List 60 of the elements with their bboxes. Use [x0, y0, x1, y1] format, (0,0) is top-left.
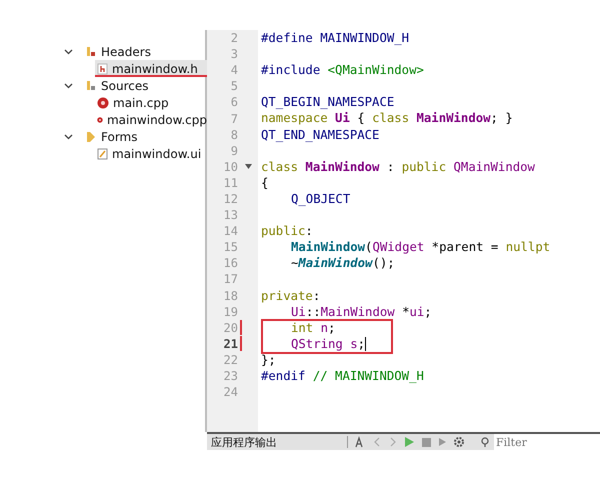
- code-line: MainWindow(QWidget *parent = nullpt: [290, 239, 550, 256]
- line-number: 22: [222, 352, 238, 367]
- text-cursor: [365, 337, 366, 352]
- filter-field[interactable]: Filter: [494, 434, 600, 450]
- line-number: 21: [222, 336, 238, 351]
- code-line: #include <QMainWindow>: [261, 62, 424, 78]
- line-number: 14: [222, 224, 238, 238]
- line-number: 24: [222, 385, 238, 400]
- tree-item[interactable]: Forms: [64, 128, 184, 145]
- line-number: 23: [222, 369, 238, 384]
- chevron-icon[interactable]: [64, 47, 73, 56]
- line-number: 9: [230, 144, 238, 158]
- pane-title[interactable]: 应用程序输出: [207, 434, 341, 450]
- tree-item[interactable]: mainwindow.h: [95, 60, 207, 77]
- line-number: 8: [230, 128, 238, 142]
- code-line: int n;: [290, 320, 336, 336]
- tree-item[interactable]: mainwindow.ui: [95, 145, 207, 162]
- code-line: #define MAINWINDOW_H: [261, 30, 410, 46]
- chevron-icon[interactable]: [64, 132, 73, 141]
- line-number: 11: [222, 176, 238, 190]
- fold-icon[interactable]: [244, 164, 252, 170]
- code-line: public:: [261, 223, 313, 240]
- code-line: #endif // MAINWINDOW_H: [261, 368, 424, 384]
- line-number: 10: [222, 160, 238, 174]
- folder-icon: [85, 130, 97, 142]
- code-line: namespace Ui { class MainWindow; }: [261, 110, 513, 127]
- chevron-icon[interactable]: [64, 81, 73, 90]
- code-line: };: [261, 352, 276, 368]
- line-number: 20: [222, 320, 238, 335]
- code-line: private:: [261, 288, 320, 304]
- line-number: 18: [222, 288, 238, 303]
- line-number: 4: [230, 63, 238, 78]
- line-number: 13: [222, 208, 238, 222]
- line-number: 12: [222, 192, 238, 206]
- line-number: 2: [230, 31, 238, 46]
- tree-item[interactable]: mainwindow.cpp: [95, 111, 207, 128]
- line-number: 3: [230, 47, 238, 62]
- line-number: 17: [222, 272, 238, 286]
- code-line: QT_BEGIN_NAMESPACE: [261, 94, 394, 110]
- line-number: 16: [222, 256, 238, 270]
- tree-item[interactable]: Sources: [64, 77, 184, 94]
- code-line: class MainWindow : public QMainWindow: [261, 158, 535, 175]
- code-line: Q_OBJECT: [290, 190, 350, 208]
- code-line: QT_END_NAMESPACE: [261, 126, 380, 143]
- line-number: 5: [230, 79, 238, 94]
- line-number: 15: [222, 240, 238, 254]
- code-line: ~MainWindow();: [290, 255, 395, 272]
- settings-icon[interactable]: [453, 436, 465, 448]
- tree-item[interactable]: Headers: [64, 43, 184, 60]
- folder-icon: [85, 46, 97, 58]
- code-line: {: [261, 174, 268, 191]
- file-icon: [97, 62, 108, 74]
- file-icon: [97, 148, 108, 160]
- tree-item[interactable]: main.cpp: [95, 94, 207, 111]
- search-icon: [481, 436, 491, 448]
- folder-icon: [85, 80, 97, 92]
- line-number: 19: [222, 304, 238, 319]
- line-number: 7: [230, 112, 238, 126]
- line-number: 6: [230, 95, 238, 110]
- code-line: Ui::MainWindow *ui;: [290, 304, 432, 320]
